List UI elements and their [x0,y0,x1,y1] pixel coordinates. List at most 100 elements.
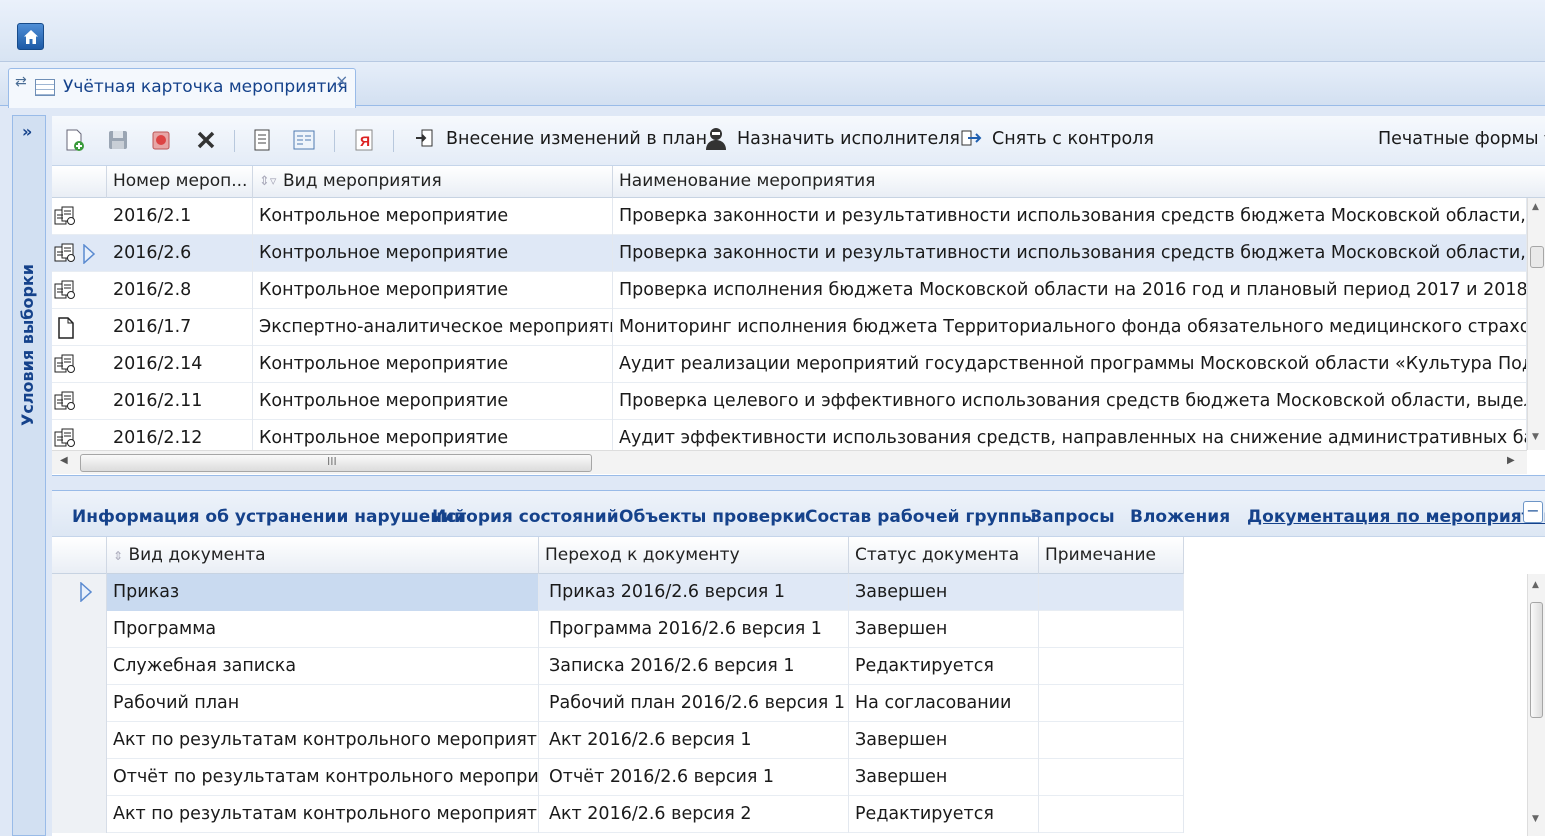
cell-doc-link[interactable]: Записка 2016/2.6 версия 1 [539,648,849,685]
cell-doc-link[interactable]: Приказ 2016/2.6 версия 1 [539,574,849,611]
save-icon[interactable] [106,128,130,152]
tab-violations[interactable]: Информация об устранении нарушений [72,507,466,527]
report-icon[interactable]: Я [352,128,376,152]
tab-requests[interactable]: Запросы [1030,507,1115,527]
delete-document-icon[interactable] [149,128,173,152]
row-gutter [52,611,107,648]
close-icon[interactable]: × [335,71,348,90]
document-icon[interactable] [250,128,274,152]
table-row[interactable]: 2016/2.1 Контрольное мероприятие Проверка … [52,198,1527,235]
toolbar-separator [234,130,235,152]
table-row[interactable]: Акт по результатам контрольного мероприя… [52,722,1184,759]
docs-scroll-thumb[interactable] [1530,602,1543,718]
cell-doc-type: Программа [107,611,539,648]
cell-name: Проверка исполнения бюджета Московской о… [613,272,1527,309]
header-doc-link[interactable]: Переход к документу [539,537,849,574]
cell-type: Экспертно-аналитическое мероприятие [253,309,613,346]
print-forms-menu[interactable]: Печатные формы ▾ [1378,129,1545,149]
assign-executor-label: Назначить исполнителя [737,129,960,149]
header-doc-status[interactable]: Статус документа [849,537,1039,574]
table-row[interactable]: Программа Программа 2016/2.6 версия 1 Заве… [52,611,1184,648]
selected-row-arrow-icon [80,582,92,602]
table-row[interactable]: Рабочий план Рабочий план 2016/2.6 версия… [52,685,1184,722]
filter-panel-title: Условия выборки [18,264,37,426]
scroll-left-icon[interactable]: ◀ [60,455,68,466]
plan-changes-button[interactable]: Внесение изменений в план [414,126,707,154]
docs-vertical-scrollbar[interactable]: ▲ ▼ [1527,574,1545,836]
stamp-doc-icon [54,428,78,450]
events-grid: Номер мероп... ⇕▿ Вид мероприятия Наимен… [52,166,1545,476]
table-row[interactable]: 2016/2.8 Контрольное мероприятие Проверка … [52,272,1527,309]
table-row[interactable]: Отчёт по результатам контрольного меропр… [52,759,1184,796]
stamp-doc-icon [54,243,78,265]
header-number[interactable]: Номер мероп... [107,166,253,198]
cell-doc-note [1039,574,1184,611]
plan-changes-label: Внесение изменений в план [446,129,708,149]
cell-doc-type: Рабочий план [107,685,539,722]
row-gutter [52,648,107,685]
table-row[interactable]: Служебная записка Записка 2016/2.6 версия… [52,648,1184,685]
table-row[interactable]: Приказ Приказ 2016/2.6 версия 1 Завершен [52,574,1184,611]
table-row[interactable]: 2016/1.7 Экспертно-аналитическое мероприя… [52,309,1527,346]
cell-doc-type: Приказ [107,574,539,611]
scroll-down-icon[interactable]: ▼ [1532,432,1539,442]
cell-doc-link[interactable]: Рабочий план 2016/2.6 версия 1 [539,685,849,722]
expand-icon[interactable]: » [22,122,32,141]
close-icon[interactable] [194,128,218,152]
cell-number: 2016/2.14 [107,346,253,383]
scroll-thumb[interactable] [1530,246,1544,268]
cell-doc-link[interactable]: Программа 2016/2.6 версия 1 [539,611,849,648]
cell-name: Проверка законности и результативности и… [613,198,1527,235]
home-button[interactable] [17,23,44,50]
header-doc-type-label: Вид документа [128,545,266,565]
detail-panel: Информация об устранении нарушений Истор… [52,490,1545,836]
cell-doc-note [1039,648,1184,685]
arrow-into-doc-icon [416,129,433,147]
remove-control-button[interactable]: Снять с контроля [960,126,1154,154]
header-type[interactable]: ⇕▿ Вид мероприятия [253,166,613,198]
scroll-up-icon[interactable]: ▲ [1532,202,1539,212]
home-icon [24,30,38,44]
header-doc-note[interactable]: Примечание [1039,537,1184,574]
assign-executor-button[interactable]: Назначить исполнителя [704,126,960,154]
tab-history[interactable]: История состояний [432,507,619,527]
cell-name: Проверка целевого и эффективного использ… [613,383,1527,420]
tab-objects[interactable]: Объекты проверки [619,507,806,527]
horizontal-scrollbar[interactable]: ◀ III ▶ [52,450,1527,474]
collapse-icon[interactable]: − [1523,501,1543,523]
table-row[interactable]: 2016/2.14 Контрольное мероприятие Аудит ре… [52,346,1527,383]
sort-icon: ⇕ [113,549,124,563]
row-gutter [52,796,107,833]
cell-number: 2016/2.11 [107,383,253,420]
grid-icon [35,79,55,96]
table-row[interactable]: Акт по результатам контрольного мероприя… [52,796,1184,833]
cell-doc-link[interactable]: Отчёт 2016/2.6 версия 1 [539,759,849,796]
table-row[interactable]: 2016/2.6 Контрольное мероприятие Проверка … [52,235,1527,272]
cell-doc-type: Акт по результатам контрольного мероприя… [107,722,539,759]
horizontal-scroll-thumb[interactable]: III [80,454,592,472]
blank-doc-icon [54,317,78,339]
cell-doc-status: Завершен [849,759,1039,796]
filter-panel-collapsed[interactable]: » Условия выборки [12,115,46,836]
table-row[interactable]: 2016/2.11 Контрольное мероприятие Проверка… [52,383,1527,420]
header-gutter [52,537,107,574]
user-assign-icon [706,128,726,150]
scroll-down-icon[interactable]: ▼ [1532,814,1539,824]
tab-workgroup[interactable]: Состав рабочей группы [805,507,1036,527]
remove-control-label: Снять с контроля [992,129,1154,149]
tab-attachments[interactable]: Вложения [1130,507,1230,527]
header-gutter [52,166,107,198]
scroll-right-icon[interactable]: ▶ [1507,455,1515,466]
refresh-icon[interactable]: ⇄ [15,74,27,90]
header-name[interactable]: Наименование мероприятия [613,166,1545,198]
header-doc-type[interactable]: ⇕ Вид документа [107,537,539,574]
form-icon[interactable] [292,128,316,152]
tab-event-card[interactable]: ⇄ Учётная карточка мероприятия × [8,68,356,108]
cell-doc-link[interactable]: Акт 2016/2.6 версия 1 [539,722,849,759]
cell-doc-link[interactable]: Акт 2016/2.6 версия 2 [539,796,849,833]
vertical-scrollbar[interactable]: ▲ ▼ [1527,198,1545,450]
add-document-icon[interactable] [62,128,86,152]
stamp-doc-icon [54,280,78,302]
scroll-up-icon[interactable]: ▲ [1532,580,1539,590]
tab-documentation[interactable]: Документация по мероприятию [1247,507,1545,527]
